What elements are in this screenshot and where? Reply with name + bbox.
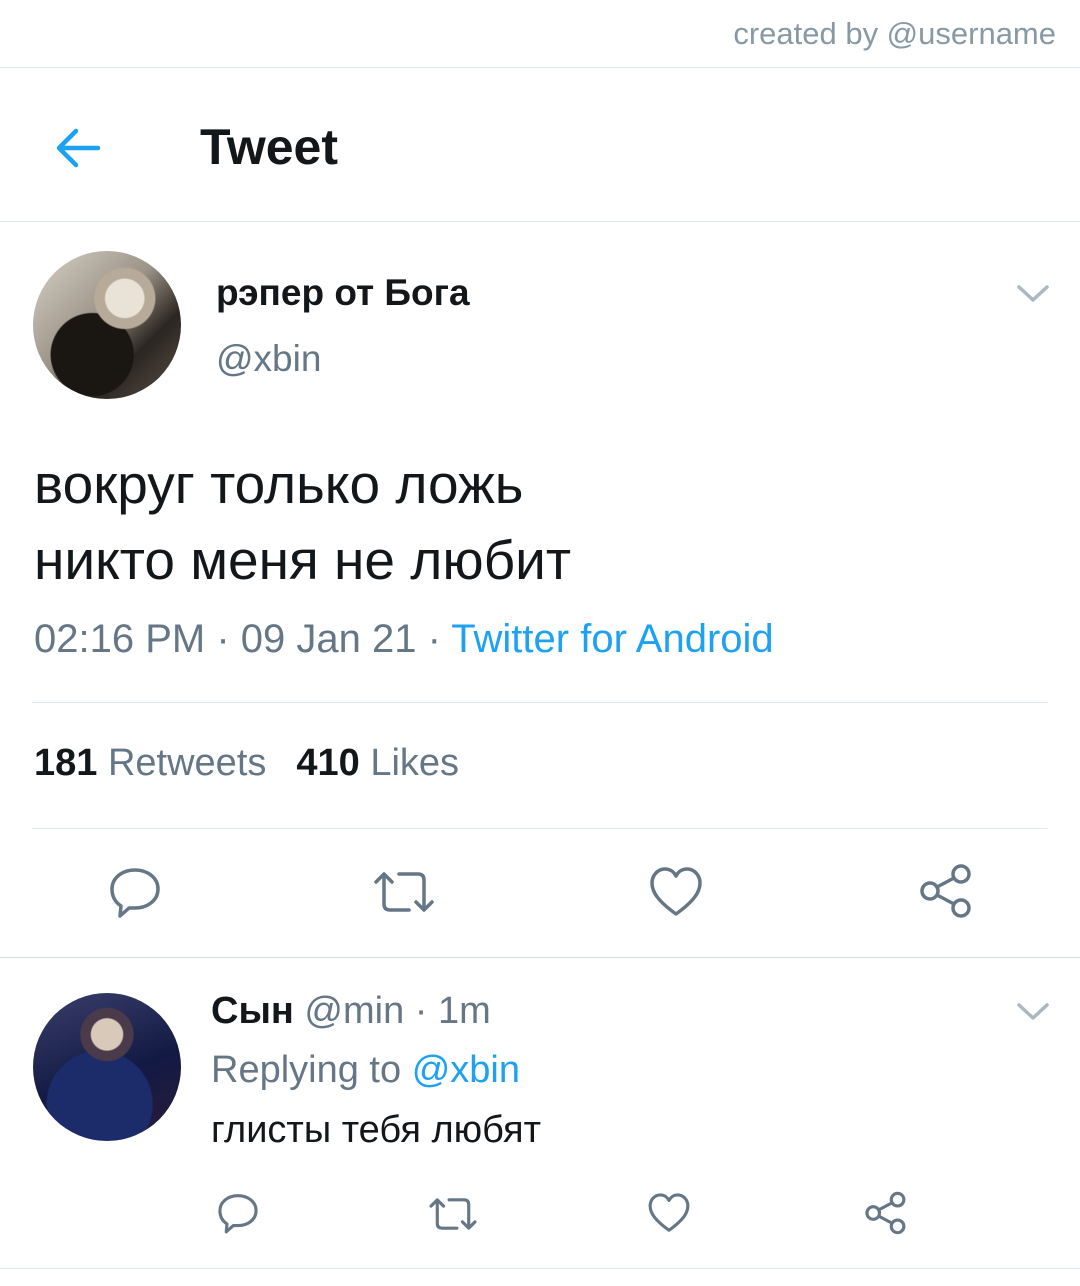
reply-icon[interactable] — [216, 1191, 260, 1235]
likes-stat[interactable]: 410 Likes — [296, 742, 459, 784]
tweet-text-line: никто меня не любит — [34, 529, 572, 591]
retweet-icon[interactable] — [427, 1192, 479, 1236]
retweet-icon[interactable] — [371, 864, 437, 920]
divider — [0, 957, 1080, 958]
meta-separator: · — [404, 990, 439, 1032]
author-display-name[interactable]: рэпер от Бога — [216, 272, 470, 314]
like-icon[interactable] — [647, 1191, 691, 1235]
share-icon[interactable] — [863, 1190, 907, 1236]
divider — [32, 702, 1048, 703]
tweet-time: 02:16 PM — [34, 617, 206, 661]
retweets-label: Retweets — [107, 742, 267, 784]
meta-separator: · — [416, 617, 452, 661]
divider — [0, 221, 1080, 222]
like-icon[interactable] — [648, 864, 704, 920]
avatar[interactable] — [33, 251, 181, 399]
reply-icon[interactable] — [107, 864, 163, 920]
tweet-meta: 02:16 PM · 09 Jan 21 · Twitter for Andro… — [34, 617, 774, 662]
author-handle[interactable]: @xbin — [216, 338, 321, 380]
divider — [32, 828, 1048, 829]
share-icon[interactable] — [917, 862, 973, 920]
watermark-credit: created by @username — [733, 16, 1056, 51]
replying-to: Replying to @xbin — [211, 1049, 520, 1092]
likes-label: Likes — [370, 742, 460, 784]
divider — [0, 67, 1080, 68]
tweet-date: 09 Jan 21 — [240, 617, 417, 661]
chevron-down-icon[interactable] — [1015, 281, 1051, 305]
replying-to-handle-link[interactable]: @xbin — [412, 1049, 520, 1091]
tweet-source-link[interactable]: Twitter for Android — [451, 617, 773, 661]
meta-separator: · — [205, 617, 241, 661]
likes-count: 410 — [296, 742, 360, 784]
reply-header: Сын @min · 1m — [211, 990, 491, 1033]
retweets-stat[interactable]: 181 Retweets — [34, 742, 266, 784]
retweets-count: 181 — [34, 742, 98, 784]
replying-prefix: Replying to — [211, 1049, 402, 1091]
reply-display-name[interactable]: Сын — [211, 990, 294, 1032]
chevron-down-icon[interactable] — [1015, 999, 1051, 1023]
reply-handle[interactable]: @min — [304, 990, 404, 1032]
divider — [0, 1268, 1080, 1269]
tweet-text: вокруг только ложь никто меня не любит — [34, 446, 571, 598]
reply-age: 1m — [438, 990, 491, 1032]
page-title: Tweet — [200, 119, 338, 175]
back-arrow-icon[interactable] — [50, 120, 106, 176]
tweet-text-line: вокруг только ложь — [34, 453, 524, 515]
tweet-stats: 181 Retweets 410 Likes — [34, 742, 459, 785]
avatar[interactable] — [33, 993, 181, 1141]
reply-text: глисты тебя любят — [211, 1109, 542, 1151]
